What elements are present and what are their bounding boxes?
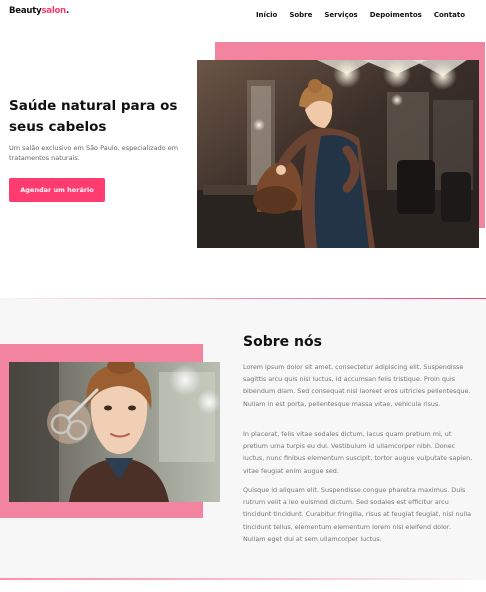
logo-main: Beauty [9,6,42,16]
logo[interactable]: Beautysalon. [9,6,69,16]
book-appointment-button[interactable]: Agendar um horário [9,178,105,202]
about-paragraph: Lorem ipsum dolor sit amet, consectetur … [243,363,471,408]
hero-title: Saúde natural para os seus cabelos [9,98,178,135]
nav-link-contato[interactable]: Contato [434,11,465,19]
nav-link-sobre[interactable]: Sobre [289,11,312,19]
logo-dot: . [66,6,70,16]
about-title: Sobre nós [243,334,322,350]
hairdresser-photo-illustration [197,60,479,248]
nav-link-servicos[interactable]: Serviços [324,11,357,19]
about-paragraph: Quisque id aliquam elit. Suspendisse con… [243,486,472,543]
main-nav: Início Sobre Serviços Depoimentos Contat… [256,11,465,19]
about-photo [9,362,220,502]
hero-subtitle: Um salão exclusivo em São Paulo, especia… [9,144,179,162]
nav-link-inicio[interactable]: Início [256,11,277,19]
about-paragraph: In placerat, felis vitae sodales dictum,… [243,430,473,475]
nav-link-depoimentos[interactable]: Depoimentos [370,11,422,19]
stylist-portrait-illustration [9,362,220,502]
logo-accent: salon [41,6,67,16]
hero-photo [197,60,479,248]
site-header: Beautysalon. Início Sobre Serviços Depoi… [0,0,486,30]
hero-section: Saúde natural para os seus cabelos Um sa… [0,30,486,298]
about-section: Sobre nós Lorem ipsum dolor sit amet, co… [0,298,486,580]
section-divider-bottom [0,578,486,580]
section-divider-top [0,298,486,299]
